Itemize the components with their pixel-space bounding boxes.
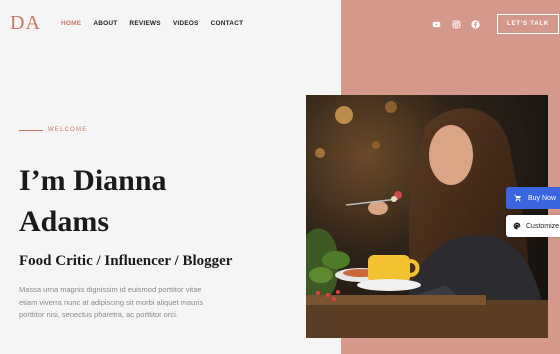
instagram-icon[interactable] xyxy=(451,19,462,30)
nav-videos[interactable]: VIDEOS xyxy=(173,20,199,27)
main-nav: HOME ABOUT REVIEWS VIDEOS CONTACT xyxy=(61,20,243,27)
customize-label: Customize xyxy=(526,222,560,230)
facebook-icon[interactable] xyxy=(470,19,481,30)
site-logo[interactable]: DA xyxy=(10,12,41,35)
hero-subtitle: Food Critic / Influencer / Blogger xyxy=(19,253,233,269)
hero-title: I’m Dianna Adams xyxy=(19,164,167,238)
palette-icon xyxy=(513,222,521,230)
nav-about[interactable]: ABOUT xyxy=(93,20,117,27)
welcome-eyebrow: WELCOME xyxy=(19,127,87,133)
buy-now-label: Buy Now xyxy=(528,194,557,202)
youtube-icon[interactable] xyxy=(431,19,442,30)
nav-contact[interactable]: CONTACT xyxy=(211,20,244,27)
lets-talk-button[interactable]: LET'S TALK xyxy=(497,14,559,34)
customize-button[interactable]: Customize xyxy=(506,215,560,237)
eyebrow-text: WELCOME xyxy=(48,127,88,133)
hero-description: Massa urna magnis dignissim id euismod p… xyxy=(19,285,204,319)
nav-home[interactable]: HOME xyxy=(61,20,81,27)
cart-icon xyxy=(514,194,521,202)
eyebrow-line xyxy=(19,129,43,131)
buy-now-button[interactable]: Buy Now xyxy=(506,187,560,209)
nav-reviews[interactable]: REVIEWS xyxy=(129,20,160,27)
